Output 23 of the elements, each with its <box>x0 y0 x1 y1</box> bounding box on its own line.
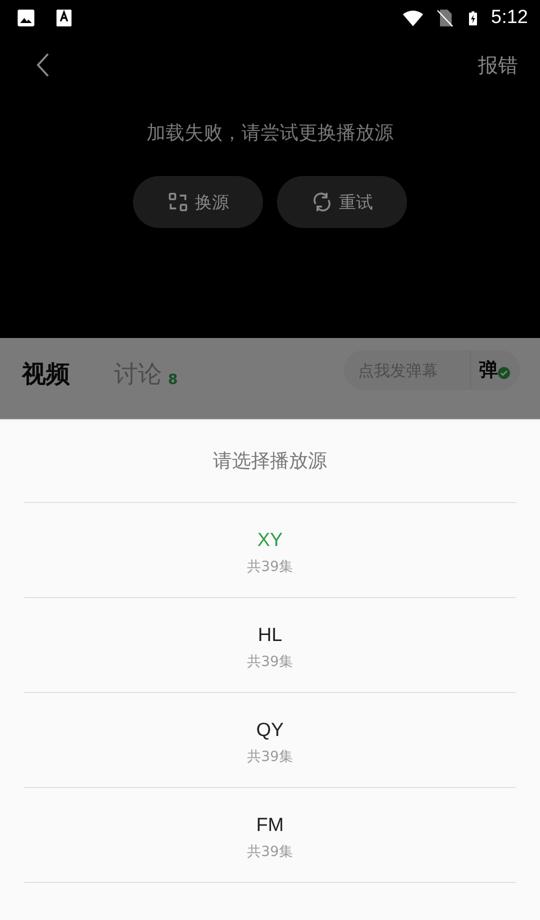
error-message: 加载失败，请尝试更换播放源 <box>146 121 394 146</box>
tab[interactable]: 视频 <box>22 358 70 390</box>
comment-count: 8 <box>168 372 178 388</box>
episode-count: 共39集 <box>247 843 293 861</box>
source-name[interactable]: HL <box>258 625 282 647</box>
switch-source-button[interactable]: 换源 <box>133 176 263 228</box>
image-icon <box>16 8 36 28</box>
refresh-icon <box>311 191 333 213</box>
text-icon <box>54 8 74 28</box>
retry-button[interactable]: 重试 <box>277 176 407 228</box>
no-sim-icon <box>435 7 456 29</box>
danmaku-toggle[interactable]: 弹 <box>470 350 520 390</box>
source-name[interactable]: FM <box>256 815 284 837</box>
check-icon <box>498 367 510 379</box>
source-name[interactable]: XY <box>257 530 283 552</box>
sheet-title: 请选择播放源 <box>24 420 516 503</box>
episode-count: 共39集 <box>247 558 293 576</box>
episode-count: 共39集 <box>247 653 293 671</box>
episode-count: 共39集 <box>247 748 293 766</box>
clock-time: 5:12 <box>491 7 528 29</box>
source-name[interactable]: QY <box>256 720 284 742</box>
report-button[interactable]: 报错 <box>478 52 518 78</box>
swap-icon <box>167 191 189 213</box>
